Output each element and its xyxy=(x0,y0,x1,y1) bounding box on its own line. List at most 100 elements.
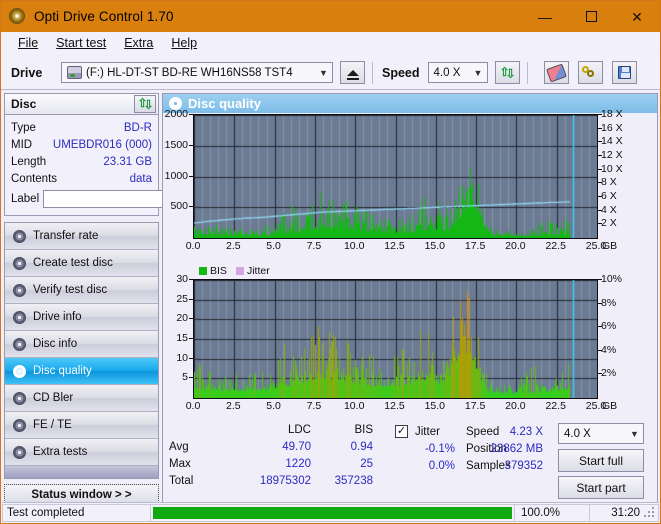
left-panel: Disc ⇧ ⇧ Type BD-R MID UMEBDR016 (000) Le… xyxy=(4,93,216,505)
stats-row-total-label: Total xyxy=(169,475,194,487)
keys-button[interactable] xyxy=(577,61,603,84)
sidebar-item-label: Transfer rate xyxy=(33,230,99,242)
y2-axis-tick xyxy=(598,303,602,304)
main-panel-title: Disc quality xyxy=(188,96,261,111)
x-axis-tick-label: 2.5 xyxy=(225,400,241,412)
refresh-button[interactable]: ⇧ ⇧ xyxy=(494,61,520,84)
sidebar-item-verify-test-disc[interactable]: Verify test disc xyxy=(5,277,158,304)
sidebar-item-label: Disc quality xyxy=(33,365,92,377)
close-button[interactable]: ✕ xyxy=(614,1,660,32)
position-stat-value: 23862 MB xyxy=(490,443,543,455)
minimize-button[interactable]: — xyxy=(522,1,568,32)
disc-info-box: Type BD-R MID UMEBDR016 (000) Length 23.… xyxy=(4,115,216,216)
y-axis-tick-label: 30 xyxy=(176,273,188,285)
sidebar-item-cd-bler[interactable]: CD Bler xyxy=(5,385,158,412)
stats-row-avg-label: Avg xyxy=(169,441,189,453)
y2-axis-tick-label: 18 X xyxy=(601,108,623,120)
x-axis-tick-label: 15.0 xyxy=(424,400,446,412)
y2-axis-tick xyxy=(598,141,602,142)
legend-swatch-icon xyxy=(199,266,207,275)
y2-axis-tick xyxy=(598,279,602,280)
y-axis-tick xyxy=(189,299,193,300)
y2-axis-tick xyxy=(598,210,602,211)
cd-disc-icon xyxy=(9,7,27,26)
disc-refresh-button[interactable]: ⇧ ⇧ xyxy=(134,95,156,113)
keys-icon xyxy=(582,65,598,80)
erase-button[interactable] xyxy=(543,61,569,84)
title-bar: Opti Drive Control 1.70 — ✕ xyxy=(1,1,660,32)
y-axis-tick-label: 5 xyxy=(182,371,188,384)
stats-avg-bis: 0.94 xyxy=(350,441,373,453)
x-axis-unit-label: GB xyxy=(602,400,618,412)
refresh-arrows-icon: ⇧ ⇧ xyxy=(499,64,516,80)
y-axis-tick xyxy=(189,358,193,359)
save-button[interactable] xyxy=(611,61,637,84)
x-axis-tick-label: 2.5 xyxy=(225,240,241,252)
eject-icon xyxy=(346,69,359,80)
sidebar-item-disc-info[interactable]: Disc info xyxy=(5,331,158,358)
sidebar-nav: Transfer rate Create test disc Verify te… xyxy=(4,222,159,479)
sidebar-item-transfer-rate[interactable]: Transfer rate xyxy=(5,223,158,250)
x-axis-tick-label: 20.0 xyxy=(505,400,526,412)
jitter-checkbox[interactable]: ✓ xyxy=(395,425,408,438)
legend-bis: BIS xyxy=(199,265,227,277)
resize-grip[interactable] xyxy=(644,507,656,519)
y2-axis-tick xyxy=(598,128,602,129)
drive-label: Drive xyxy=(11,65,43,80)
statistics-panel: LDC BIS Avg 49.70 0.94 Max 1220 25 Total… xyxy=(163,423,657,502)
y-axis-tick xyxy=(189,145,193,146)
drive-select[interactable]: (F:) HL-DT-ST BD-RE WH16NS58 TST4 ▼ xyxy=(61,62,333,83)
menu-help-label: Help xyxy=(171,36,198,50)
y2-axis-tick xyxy=(598,223,602,224)
maximize-button[interactable] xyxy=(568,1,614,32)
close-icon: ✕ xyxy=(631,8,643,25)
menu-bar: File Start test Extra Help xyxy=(1,32,660,55)
bis-plot-area[interactable] xyxy=(193,279,598,399)
menu-extra-label: Extra xyxy=(124,36,154,50)
sidebar-item-extra-tests[interactable]: Extra tests xyxy=(5,439,158,466)
jitter-label: Jitter xyxy=(415,426,440,438)
menu-extra[interactable]: Extra xyxy=(115,34,162,52)
menu-start-test[interactable]: Start test xyxy=(47,34,115,52)
speed-label: Speed xyxy=(382,65,420,80)
ldc-plot-area[interactable] xyxy=(193,114,598,239)
menu-file-label: File xyxy=(18,36,39,50)
disc-panel-title: Disc xyxy=(11,97,37,111)
window-title: Opti Drive Control 1.70 xyxy=(34,9,174,24)
y-axis-tick xyxy=(189,279,193,280)
menu-file[interactable]: File xyxy=(9,34,47,52)
y2-axis-tick-label: 2 X xyxy=(601,217,617,230)
sidebar-item-drive-info[interactable]: Drive info xyxy=(5,304,158,331)
sidebar-item-create-test-disc[interactable]: Create test disc xyxy=(5,250,158,277)
cd-disc-icon xyxy=(10,256,28,270)
x-axis-tick-label: 10.0 xyxy=(343,400,365,412)
disc-row-mid: MID UMEBDR016 (000) xyxy=(11,136,152,153)
x-axis-tick-label: 10.0 xyxy=(343,240,365,252)
sidebar-item-label: Extra tests xyxy=(33,446,88,458)
y-axis-tick-label: 2000 xyxy=(164,108,188,120)
legend-jitter-label: Jitter xyxy=(246,264,270,277)
sidebar-item-fe-te[interactable]: FE / TE xyxy=(5,412,158,439)
x-axis-unit-label: GB xyxy=(602,240,618,252)
start-part-button[interactable]: Start part xyxy=(558,476,644,499)
legend-jitter: Jitter xyxy=(235,264,270,277)
menu-help[interactable]: Help xyxy=(162,34,206,52)
speed-select[interactable]: 4.0 X ▼ xyxy=(427,62,488,83)
cd-disc-icon xyxy=(10,337,28,351)
x-axis-tick-label: 22.5 xyxy=(545,240,566,252)
disc-mid-label: MID xyxy=(11,138,33,151)
test-speed-select[interactable]: 4.0 X ▼ xyxy=(558,423,644,444)
y2-axis-tick-label: 6 X xyxy=(601,190,617,202)
disc-contents-value: data xyxy=(129,172,152,185)
x-axis-tick-label: 12.5 xyxy=(384,240,405,252)
jitter-max-value: 0.0% xyxy=(428,460,455,472)
y-axis-tick xyxy=(189,338,193,339)
sidebar-item-label: Disc info xyxy=(33,338,78,350)
x-axis-tick-label: 0.0 xyxy=(185,240,201,252)
sidebar-item-disc-quality[interactable]: Disc quality xyxy=(5,358,158,385)
disc-length-value: 23.31 GB xyxy=(103,155,152,168)
eject-button[interactable] xyxy=(340,61,365,84)
start-full-button[interactable]: Start full xyxy=(558,449,644,472)
stats-col-bis: BIS xyxy=(354,424,373,436)
menu-start-test-label: Start test xyxy=(56,36,107,50)
